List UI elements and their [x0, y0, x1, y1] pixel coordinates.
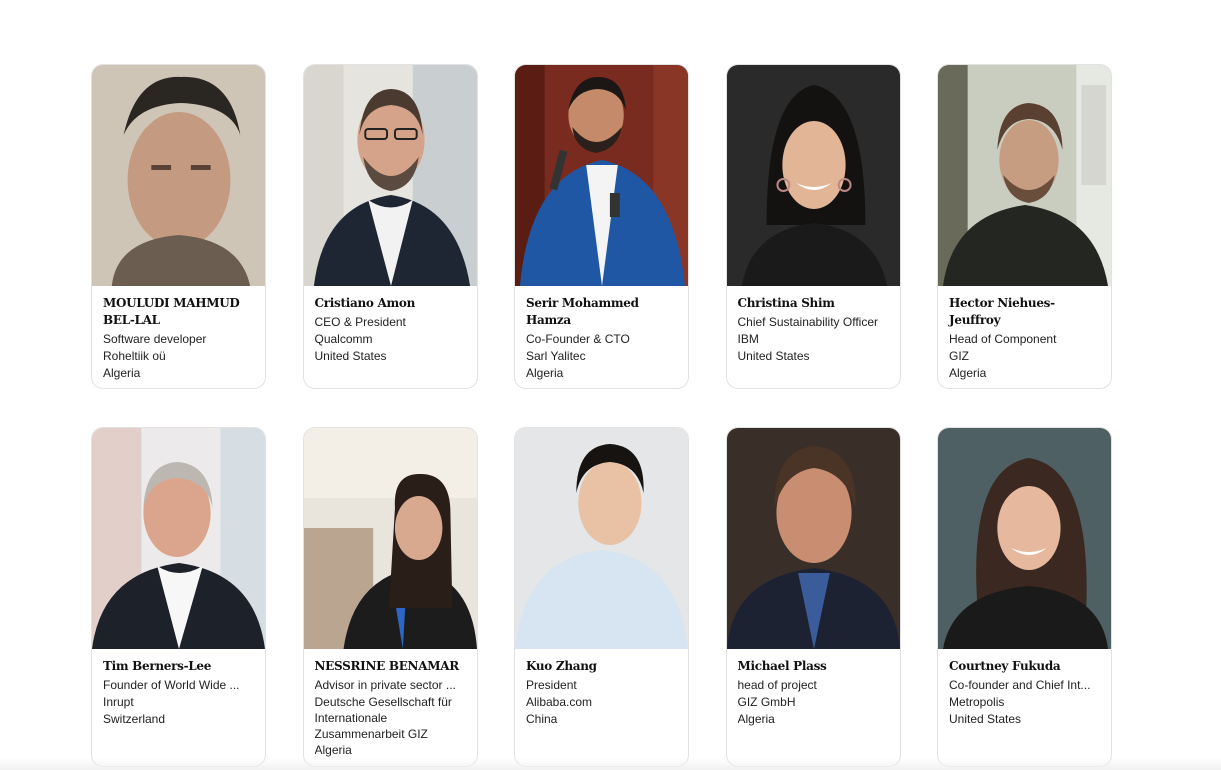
speaker-name: Courtney Fukuda	[949, 659, 1061, 673]
speaker-title: President	[526, 678, 577, 692]
speaker-title: Advisor in private sector ...	[314, 678, 456, 692]
speaker-photo	[938, 428, 1111, 649]
speaker-title: CEO & President	[314, 315, 406, 329]
speaker-card[interactable]: Courtney Fukuda Co-founder and Chief Int…	[937, 427, 1112, 767]
speaker-org: GIZ GmbH	[737, 695, 796, 709]
speaker-org: Qualcomm	[314, 332, 373, 346]
speaker-name: Kuo Zhang	[526, 659, 597, 673]
speaker-photo	[726, 428, 900, 649]
speaker-org: Deutsche Gesellschaft für Internationale…	[314, 695, 452, 741]
speaker-country: United States	[314, 349, 387, 363]
speaker-card[interactable]: NESSRINE BENAMAR Advisor in private sect…	[302, 427, 478, 767]
speaker-photo	[303, 65, 477, 286]
speaker-title: Head of Component	[949, 332, 1057, 346]
speaker-card[interactable]: Michael Plass head of project GIZ GmbH A…	[725, 427, 901, 767]
speaker-title: Chief Sustainability Officer	[737, 315, 879, 329]
speaker-country: United States	[949, 712, 1022, 726]
speaker-title: head of project	[737, 678, 817, 692]
speaker-org: GIZ	[949, 349, 969, 363]
speaker-org: IBM	[737, 332, 759, 346]
speaker-grid: MOULUDI MAHMUD BEL-LAL Software develope…	[91, 64, 1112, 767]
speaker-org: Roheltiik oü	[103, 349, 166, 363]
speaker-card[interactable]: Tim Berners-Lee Founder of World Wide ..…	[91, 427, 266, 767]
speaker-title: Co-Founder & CTO	[526, 332, 630, 346]
speaker-title: Founder of World Wide ...	[103, 678, 240, 692]
speaker-name: Michael Plass	[737, 659, 827, 673]
speaker-card[interactable]: Kuo Zhang President Alibaba.com China	[514, 427, 689, 767]
speaker-photo	[938, 65, 1111, 286]
speaker-country: China	[526, 712, 558, 726]
speaker-name: Tim Berners-Lee	[103, 659, 212, 673]
speaker-org: Inrupt	[103, 695, 134, 709]
speaker-country: Algeria	[103, 366, 141, 380]
speaker-photo	[515, 428, 688, 649]
speaker-name: MOULUDI MAHMUD BEL-LAL	[103, 296, 240, 327]
speaker-card[interactable]: Serir Mohammed Hamza Co-Founder & CTO Sa…	[514, 64, 689, 389]
scroll-fade	[0, 758, 1221, 770]
speaker-country: Algeria	[949, 366, 987, 380]
speaker-photo	[515, 65, 688, 286]
speakers-page: MOULUDI MAHMUD BEL-LAL Software develope…	[0, 0, 1221, 770]
speaker-card[interactable]: Cristiano Amon CEO & President Qualcomm …	[302, 64, 478, 389]
speaker-card[interactable]: MOULUDI MAHMUD BEL-LAL Software develope…	[91, 64, 266, 389]
speaker-country: Switzerland	[103, 712, 166, 726]
speaker-country: Algeria	[526, 366, 564, 380]
speaker-org: Sarl Yalitec	[526, 349, 586, 363]
speaker-org: Metropolis	[949, 695, 1005, 709]
speaker-org: Alibaba.com	[526, 695, 593, 709]
speaker-photo	[726, 65, 900, 286]
speaker-card[interactable]: Christina Shim Chief Sustainability Offi…	[725, 64, 901, 389]
speaker-name: Cristiano Amon	[314, 296, 416, 310]
speaker-name: Christina Shim	[737, 296, 835, 310]
speaker-title: Software developer	[103, 332, 207, 346]
speaker-photo	[92, 65, 265, 286]
speaker-name: NESSRINE BENAMAR	[314, 659, 460, 673]
speaker-name: Serir Mohammed Hamza	[526, 296, 639, 327]
speaker-name: Hector Niehues-Jeuffroy	[949, 296, 1055, 327]
speaker-photo	[92, 428, 265, 649]
speaker-country: Algeria	[314, 743, 352, 757]
speaker-country: Algeria	[737, 712, 775, 726]
speaker-photo	[303, 428, 477, 649]
speaker-country: United States	[737, 349, 810, 363]
speaker-card[interactable]: Hector Niehues-Jeuffroy Head of Componen…	[937, 64, 1112, 389]
speaker-title: Co-founder and Chief Int...	[949, 678, 1091, 692]
